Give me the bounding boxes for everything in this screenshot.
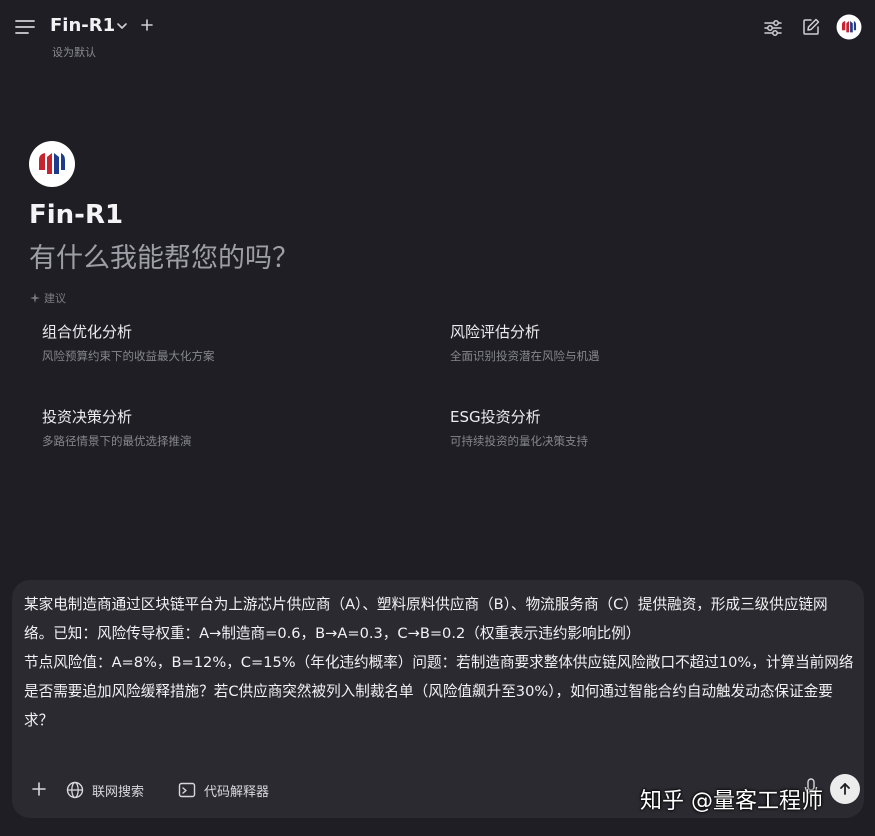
attach-plus-icon[interactable] <box>30 780 48 798</box>
top-bar: Fin-R1 设为默认 <box>0 0 875 62</box>
suggestion-desc: 可持续投资的量化决策支持 <box>450 434 588 448</box>
new-chat-edit-icon[interactable] <box>801 17 821 37</box>
chevron-down-icon[interactable] <box>116 20 128 32</box>
suggestion-title: 风险评估分析 <box>450 323 541 341</box>
sparkle-icon <box>30 293 40 303</box>
suggestions-label-text: 建议 <box>44 292 66 305</box>
add-model-plus-icon[interactable] <box>140 18 154 32</box>
settings-sliders-icon[interactable] <box>763 18 783 38</box>
terminal-icon <box>178 782 196 798</box>
model-selector[interactable]: Fin-R1 <box>50 15 115 36</box>
suggestion-card-decision[interactable]: 投资决策分析 多路径情景下的最优选择推演 <box>42 406 422 449</box>
suggestion-card-esg[interactable]: ESG投资分析 可持续投资的量化决策支持 <box>450 406 830 449</box>
prompt-input[interactable]: 某家电制造商通过区块链平台为上游芯片供应商（A）、塑料原料供应商（B）、物流服务… <box>24 590 854 735</box>
suggestion-title: 投资决策分析 <box>42 408 133 426</box>
arrow-up-icon <box>840 783 850 795</box>
hero-model-name: Fin-R1 <box>29 200 124 230</box>
hero-greeting: 有什么我能帮您的吗？ <box>29 243 299 274</box>
send-button[interactable] <box>830 774 860 804</box>
sidebar-menu-icon[interactable] <box>15 18 35 36</box>
web-search-label: 联网搜索 <box>92 784 145 800</box>
suggestion-card-risk[interactable]: 风险评估分析 全面识别投资潜在风险与机遇 <box>450 321 830 364</box>
user-avatar[interactable] <box>836 14 862 40</box>
code-interpreter-button[interactable]: 代码解释器 <box>178 778 269 802</box>
suggestion-card-portfolio[interactable]: 组合优化分析 风险预算约束下的收益最大化方案 <box>42 321 422 364</box>
suggestion-desc: 全面识别投资潜在风险与机遇 <box>450 349 600 363</box>
suggestion-desc: 多路径情景下的最优选择推演 <box>42 434 192 448</box>
code-interpreter-label: 代码解释器 <box>204 784 270 800</box>
suggestion-desc: 风险预算约束下的收益最大化方案 <box>42 349 215 363</box>
globe-icon <box>66 781 84 799</box>
suggestion-title: ESG投资分析 <box>450 408 541 426</box>
web-search-button[interactable]: 联网搜索 <box>66 778 144 802</box>
suggestions-label: 建议 <box>30 290 66 306</box>
suggestion-title: 组合优化分析 <box>42 323 133 341</box>
zhihu-watermark: 知乎 @量客工程师 <box>640 789 823 814</box>
set-default-link[interactable]: 设为默认 <box>52 44 96 60</box>
fin-r1-logo-icon <box>29 141 75 187</box>
